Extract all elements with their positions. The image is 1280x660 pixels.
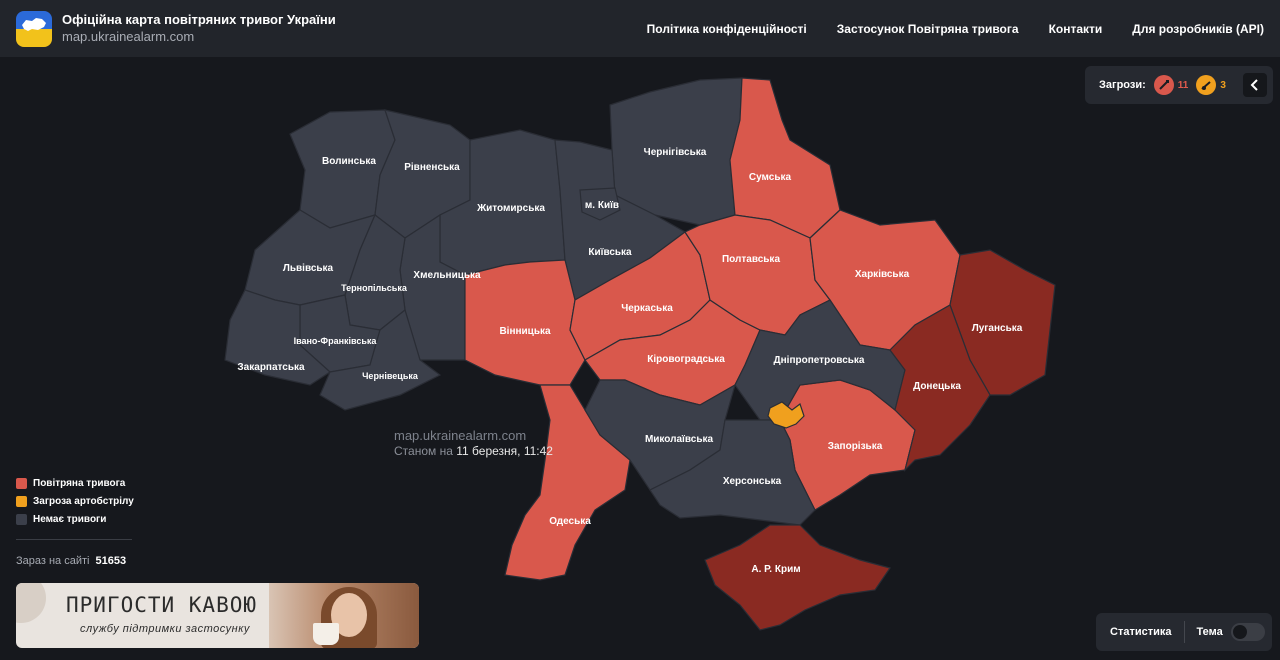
online-counter: Зараз на сайті 51653: [16, 555, 127, 567]
label-kyiv-city: м. Київ: [585, 200, 619, 211]
nav-contacts[interactable]: Контакти: [1049, 22, 1103, 36]
label-chernivetska: Чернівецька: [362, 371, 419, 381]
label-dnipropetrovska: Дніпропетровська: [774, 355, 865, 366]
legend-swatch: [16, 513, 27, 525]
nav-developers-api[interactable]: Для розробників (API): [1132, 22, 1264, 36]
watermark-date: 11 березня, 11:42: [456, 443, 553, 458]
label-ternopilska: Тернопільська: [341, 283, 408, 293]
site-url: map.ukrainealarm.com: [62, 28, 195, 44]
label-crimea: А. Р. Крим: [751, 564, 800, 575]
region-sumska[interactable]: [729, 77, 841, 239]
theme-toggle[interactable]: [1230, 623, 1265, 641]
threats-panel: Загрози: 11 3: [1085, 66, 1273, 104]
threat-rockets[interactable]: 11: [1153, 75, 1189, 95]
label-rivnenska: Рівненська: [404, 162, 460, 173]
label-zakarpatska: Закарпатська: [237, 362, 305, 373]
label-odeska: Одеська: [549, 516, 591, 527]
label-zaporizka: Запорізька: [828, 441, 883, 452]
rocket-icon: [1153, 75, 1174, 95]
label-vinnytska: Вінницька: [499, 326, 551, 337]
label-ivano-frankivska: Івано-Франківська: [294, 336, 378, 346]
label-donetska: Донецька: [913, 381, 961, 392]
label-cherkaska: Черкаська: [621, 303, 673, 314]
banner-subtitle: службу підтримки застосунку: [80, 623, 250, 635]
map-watermark: map.ukrainealarm.com Станом на 11 березн…: [394, 428, 553, 458]
label-kharkivska: Харківська: [855, 269, 910, 280]
legend-swatch: [16, 477, 27, 489]
logo[interactable]: [16, 10, 52, 47]
site-title: Офіційна карта повітряних тривог України: [62, 12, 336, 28]
banner-photo: [269, 583, 419, 648]
nav-app[interactable]: Застосунок Повітряна тривога: [837, 22, 1019, 36]
threats-label: Загрози:: [1099, 79, 1146, 91]
label-luhanska: Луганська: [972, 323, 1023, 334]
label-chernihivska: Чернігівська: [644, 147, 707, 158]
threat-artillery[interactable]: 3: [1196, 75, 1226, 95]
theme-label: Тема: [1196, 626, 1223, 638]
top-nav: Політика конфіденційності Застосунок Пов…: [647, 0, 1264, 57]
collapse-button[interactable]: [1243, 73, 1267, 97]
banner-title: ПРИГОСТИ КАВОЮ: [66, 593, 258, 617]
label-sumska: Сумська: [749, 172, 792, 183]
coffee-cup-icon: [313, 623, 339, 645]
label-lvivska: Львівська: [283, 263, 334, 274]
region-crimea[interactable]: [704, 524, 891, 631]
legend-item-artillery: Загроза артобстрілу: [16, 492, 134, 510]
alert-map: Волинська Рівненська Житомирська м. Київ…: [0, 57, 1280, 660]
statistics-button[interactable]: Статистика: [1096, 621, 1185, 643]
online-count: 51653: [95, 555, 127, 567]
nav-privacy-policy[interactable]: Політика конфіденційності: [647, 22, 807, 36]
label-poltavska: Полтавська: [722, 254, 780, 265]
rocket-count: 11: [1177, 79, 1189, 91]
label-mykolaivska: Миколаївська: [645, 434, 714, 445]
legend-swatch: [16, 495, 27, 507]
watermark-prefix: Станом на: [394, 443, 453, 458]
theme-control: Тема: [1185, 623, 1265, 641]
label-khmelnytska: Хмельницька: [413, 270, 481, 281]
chevron-left-icon: [1250, 79, 1258, 91]
watermark-url: map.ukrainealarm.com: [394, 428, 527, 443]
label-zhytomyrska: Житомирська: [476, 203, 545, 214]
bottom-controls: Статистика Тема: [1096, 613, 1272, 651]
label-volynska: Волинська: [322, 156, 376, 167]
divider: [16, 539, 132, 540]
ukraine-map: Волинська Рівненська Житомирська м. Київ…: [224, 77, 1056, 631]
label-kyivska: Київська: [588, 247, 632, 258]
donate-banner[interactable]: ПРИГОСТИ КАВОЮ службу підтримки застосун…: [16, 583, 419, 648]
ukraine-map-icon: [22, 17, 46, 31]
legend-item-alert: Повітряна тривога: [16, 474, 134, 492]
legend: Повітряна тривога Загроза артобстрілу Не…: [16, 474, 134, 528]
label-khersonska: Херсонська: [723, 476, 782, 487]
artillery-icon: [1196, 75, 1217, 95]
header: Офіційна карта повітряних тривог України…: [0, 0, 1280, 57]
legend-item-none: Немає тривоги: [16, 510, 134, 528]
label-kirovohradska: Кіровоградська: [647, 354, 725, 365]
region-vinnytska[interactable]: [464, 259, 586, 386]
artillery-count: 3: [1220, 79, 1226, 91]
